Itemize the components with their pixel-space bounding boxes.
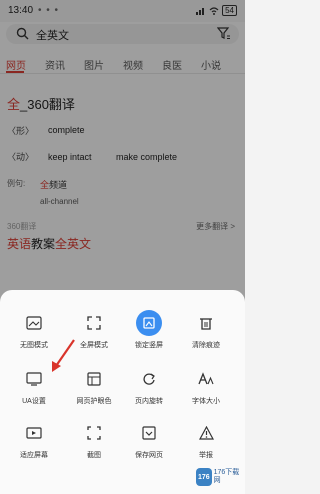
lock-portrait-label: 锁定竖屏 bbox=[135, 342, 163, 349]
report-label: 举报 bbox=[199, 452, 213, 459]
rotate-icon bbox=[136, 366, 162, 392]
watermark-text: 176下载网 bbox=[213, 469, 240, 484]
lock-portrait-button[interactable]: 锁定竖屏 bbox=[125, 310, 173, 350]
save-page-button[interactable]: 保存网页 bbox=[125, 420, 173, 460]
clear-traces-label: 清除痕迹 bbox=[192, 342, 220, 349]
trash-icon bbox=[193, 310, 219, 336]
fullscreen-mode-label: 全屏模式 bbox=[80, 342, 108, 349]
video-screen-icon bbox=[21, 420, 47, 446]
eye-care-color-button[interactable]: 网页护眼色 bbox=[70, 366, 118, 406]
fit-screen-button[interactable]: 适应屏幕 bbox=[10, 420, 58, 460]
screenshot-icon bbox=[81, 420, 107, 446]
clear-traces-button[interactable]: 清除痕迹 bbox=[182, 310, 230, 350]
font-size-icon bbox=[193, 366, 219, 392]
ua-settings-label: UA设置 bbox=[22, 398, 46, 405]
lock-screen-icon bbox=[136, 310, 162, 336]
fit-screen-label: 适应屏幕 bbox=[20, 452, 48, 459]
report-button[interactable]: 举报 bbox=[182, 420, 230, 460]
no-image-mode-button[interactable]: 无图模式 bbox=[10, 310, 58, 350]
screenshot-label: 截图 bbox=[87, 452, 101, 459]
page-rotate-button[interactable]: 页内旋转 bbox=[125, 366, 173, 406]
watermark-badge: 176 bbox=[196, 468, 212, 486]
screenshot-button[interactable]: 截图 bbox=[70, 420, 118, 460]
fullscreen-icon bbox=[81, 310, 107, 336]
ua-icon bbox=[21, 366, 47, 392]
page-rotate-label: 页内旋转 bbox=[135, 398, 163, 405]
eye-care-color-label: 网页护眼色 bbox=[76, 398, 112, 405]
save-page-label: 保存网页 bbox=[135, 452, 163, 459]
watermark-logo: 176 176下载网 bbox=[196, 464, 242, 490]
font-size-button[interactable]: 字体大小 bbox=[182, 366, 230, 406]
fullscreen-mode-button[interactable]: 全屏模式 bbox=[70, 310, 118, 350]
eye-care-icon bbox=[81, 366, 107, 392]
font-size-label: 字体大小 bbox=[192, 398, 220, 405]
no-image-icon bbox=[21, 310, 47, 336]
no-image-mode-label: 无图模式 bbox=[20, 342, 48, 349]
save-page-icon bbox=[136, 420, 162, 446]
ua-settings-button[interactable]: UA设置 bbox=[10, 366, 58, 406]
report-icon bbox=[193, 420, 219, 446]
